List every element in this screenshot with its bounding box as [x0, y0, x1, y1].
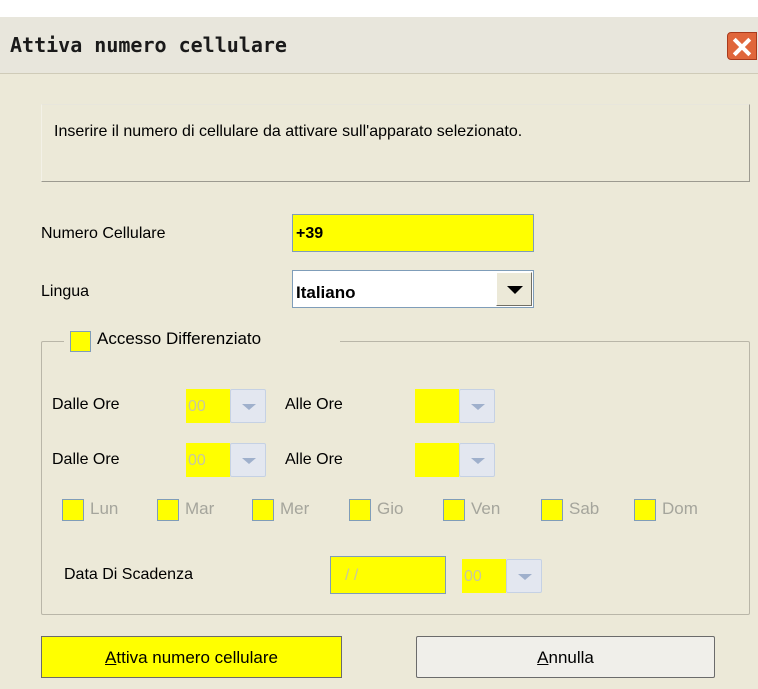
activate-button-label: ttiva numero cellulare	[116, 648, 278, 667]
expiry-hour-value[interactable]: 00	[462, 559, 506, 593]
differentiated-access-label: Accesso Differenziato	[97, 329, 262, 348]
day-tue-checkbox[interactable]	[157, 499, 179, 521]
differentiated-access-legend: Accesso Differenziato	[64, 328, 340, 354]
day-thu[interactable]: Gio	[349, 499, 431, 521]
to-hour-dropdown-2[interactable]	[459, 443, 495, 477]
cancel-button-label: nnulla	[548, 648, 594, 667]
top-strip	[0, 0, 758, 17]
chevron-down-icon	[471, 458, 485, 464]
from-hour-label-1: Dalle Ore	[52, 396, 120, 413]
from-hour-combo-2[interactable]: 00	[186, 443, 266, 477]
day-mon-checkbox[interactable]	[62, 499, 84, 521]
day-fri-label: Ven	[471, 499, 501, 518]
day-thu-label: Gio	[377, 499, 404, 518]
day-sun[interactable]: Dom	[634, 499, 724, 521]
day-wed[interactable]: Mer	[252, 499, 334, 521]
expiry-hour-dropdown[interactable]	[506, 559, 542, 593]
day-sat[interactable]: Sab	[541, 499, 623, 521]
info-text: Inserire il numero di cellulare da attiv…	[54, 123, 523, 140]
language-select[interactable]: Italiano	[292, 270, 534, 308]
day-wed-checkbox[interactable]	[252, 499, 274, 521]
day-mon-label: Lun	[90, 499, 119, 518]
day-tue[interactable]: Mar	[157, 499, 239, 521]
chevron-down-icon	[518, 574, 532, 580]
from-hour-value-2[interactable]: 00	[186, 443, 230, 477]
day-sat-label: Sab	[569, 499, 600, 518]
from-hour-combo-1[interactable]: 00	[186, 389, 266, 423]
expiry-label: Data Di Scadenza	[64, 566, 193, 583]
info-panel: Inserire il numero di cellulare da attiv…	[41, 104, 750, 182]
from-hour-dropdown-1[interactable]	[230, 389, 266, 423]
dialog-window: Attiva numero cellulare Inserire il nume…	[0, 0, 758, 689]
chevron-down-icon	[471, 404, 485, 410]
day-sun-checkbox[interactable]	[634, 499, 656, 521]
language-label: Lingua	[41, 283, 90, 300]
day-wed-label: Mer	[280, 499, 310, 518]
chevron-down-icon	[242, 458, 256, 464]
phone-label: Numero Cellulare	[41, 225, 166, 242]
day-sun-label: Dom	[662, 499, 698, 518]
differentiated-access-checkbox[interactable]	[70, 331, 91, 352]
cancel-button-mnemonic: A	[537, 648, 549, 667]
language-dropdown-button[interactable]	[496, 272, 532, 306]
to-hour-value-1[interactable]	[415, 389, 459, 423]
chevron-down-icon	[507, 286, 523, 294]
to-hour-dropdown-1[interactable]	[459, 389, 495, 423]
activate-button-mnemonic: A	[105, 648, 117, 667]
language-value: Italiano	[296, 283, 356, 302]
day-sat-checkbox[interactable]	[541, 499, 563, 521]
chevron-down-icon	[242, 404, 256, 410]
to-hour-label-1: Alle Ore	[285, 396, 343, 413]
window-title: Attiva numero cellulare	[10, 33, 287, 57]
day-mon[interactable]: Lun	[62, 499, 144, 521]
day-tue-label: Mar	[185, 499, 215, 518]
to-hour-combo-1[interactable]	[415, 389, 495, 423]
from-hour-label-2: Dalle Ore	[52, 451, 120, 468]
to-hour-label-2: Alle Ore	[285, 451, 343, 468]
expiry-hour-combo[interactable]: 00	[462, 559, 542, 593]
close-icon[interactable]	[727, 32, 757, 60]
day-fri[interactable]: Ven	[443, 499, 525, 521]
cancel-button[interactable]: Annulla	[416, 636, 715, 678]
activate-button[interactable]: Attiva numero cellulare	[41, 636, 342, 678]
phone-number-input[interactable]: +39	[292, 214, 534, 252]
expiry-date-field[interactable]: / /	[330, 556, 446, 594]
from-hour-value-1[interactable]: 00	[186, 389, 230, 423]
day-thu-checkbox[interactable]	[349, 499, 371, 521]
to-hour-value-2[interactable]	[415, 443, 459, 477]
to-hour-combo-2[interactable]	[415, 443, 495, 477]
from-hour-dropdown-2[interactable]	[230, 443, 266, 477]
day-fri-checkbox[interactable]	[443, 499, 465, 521]
